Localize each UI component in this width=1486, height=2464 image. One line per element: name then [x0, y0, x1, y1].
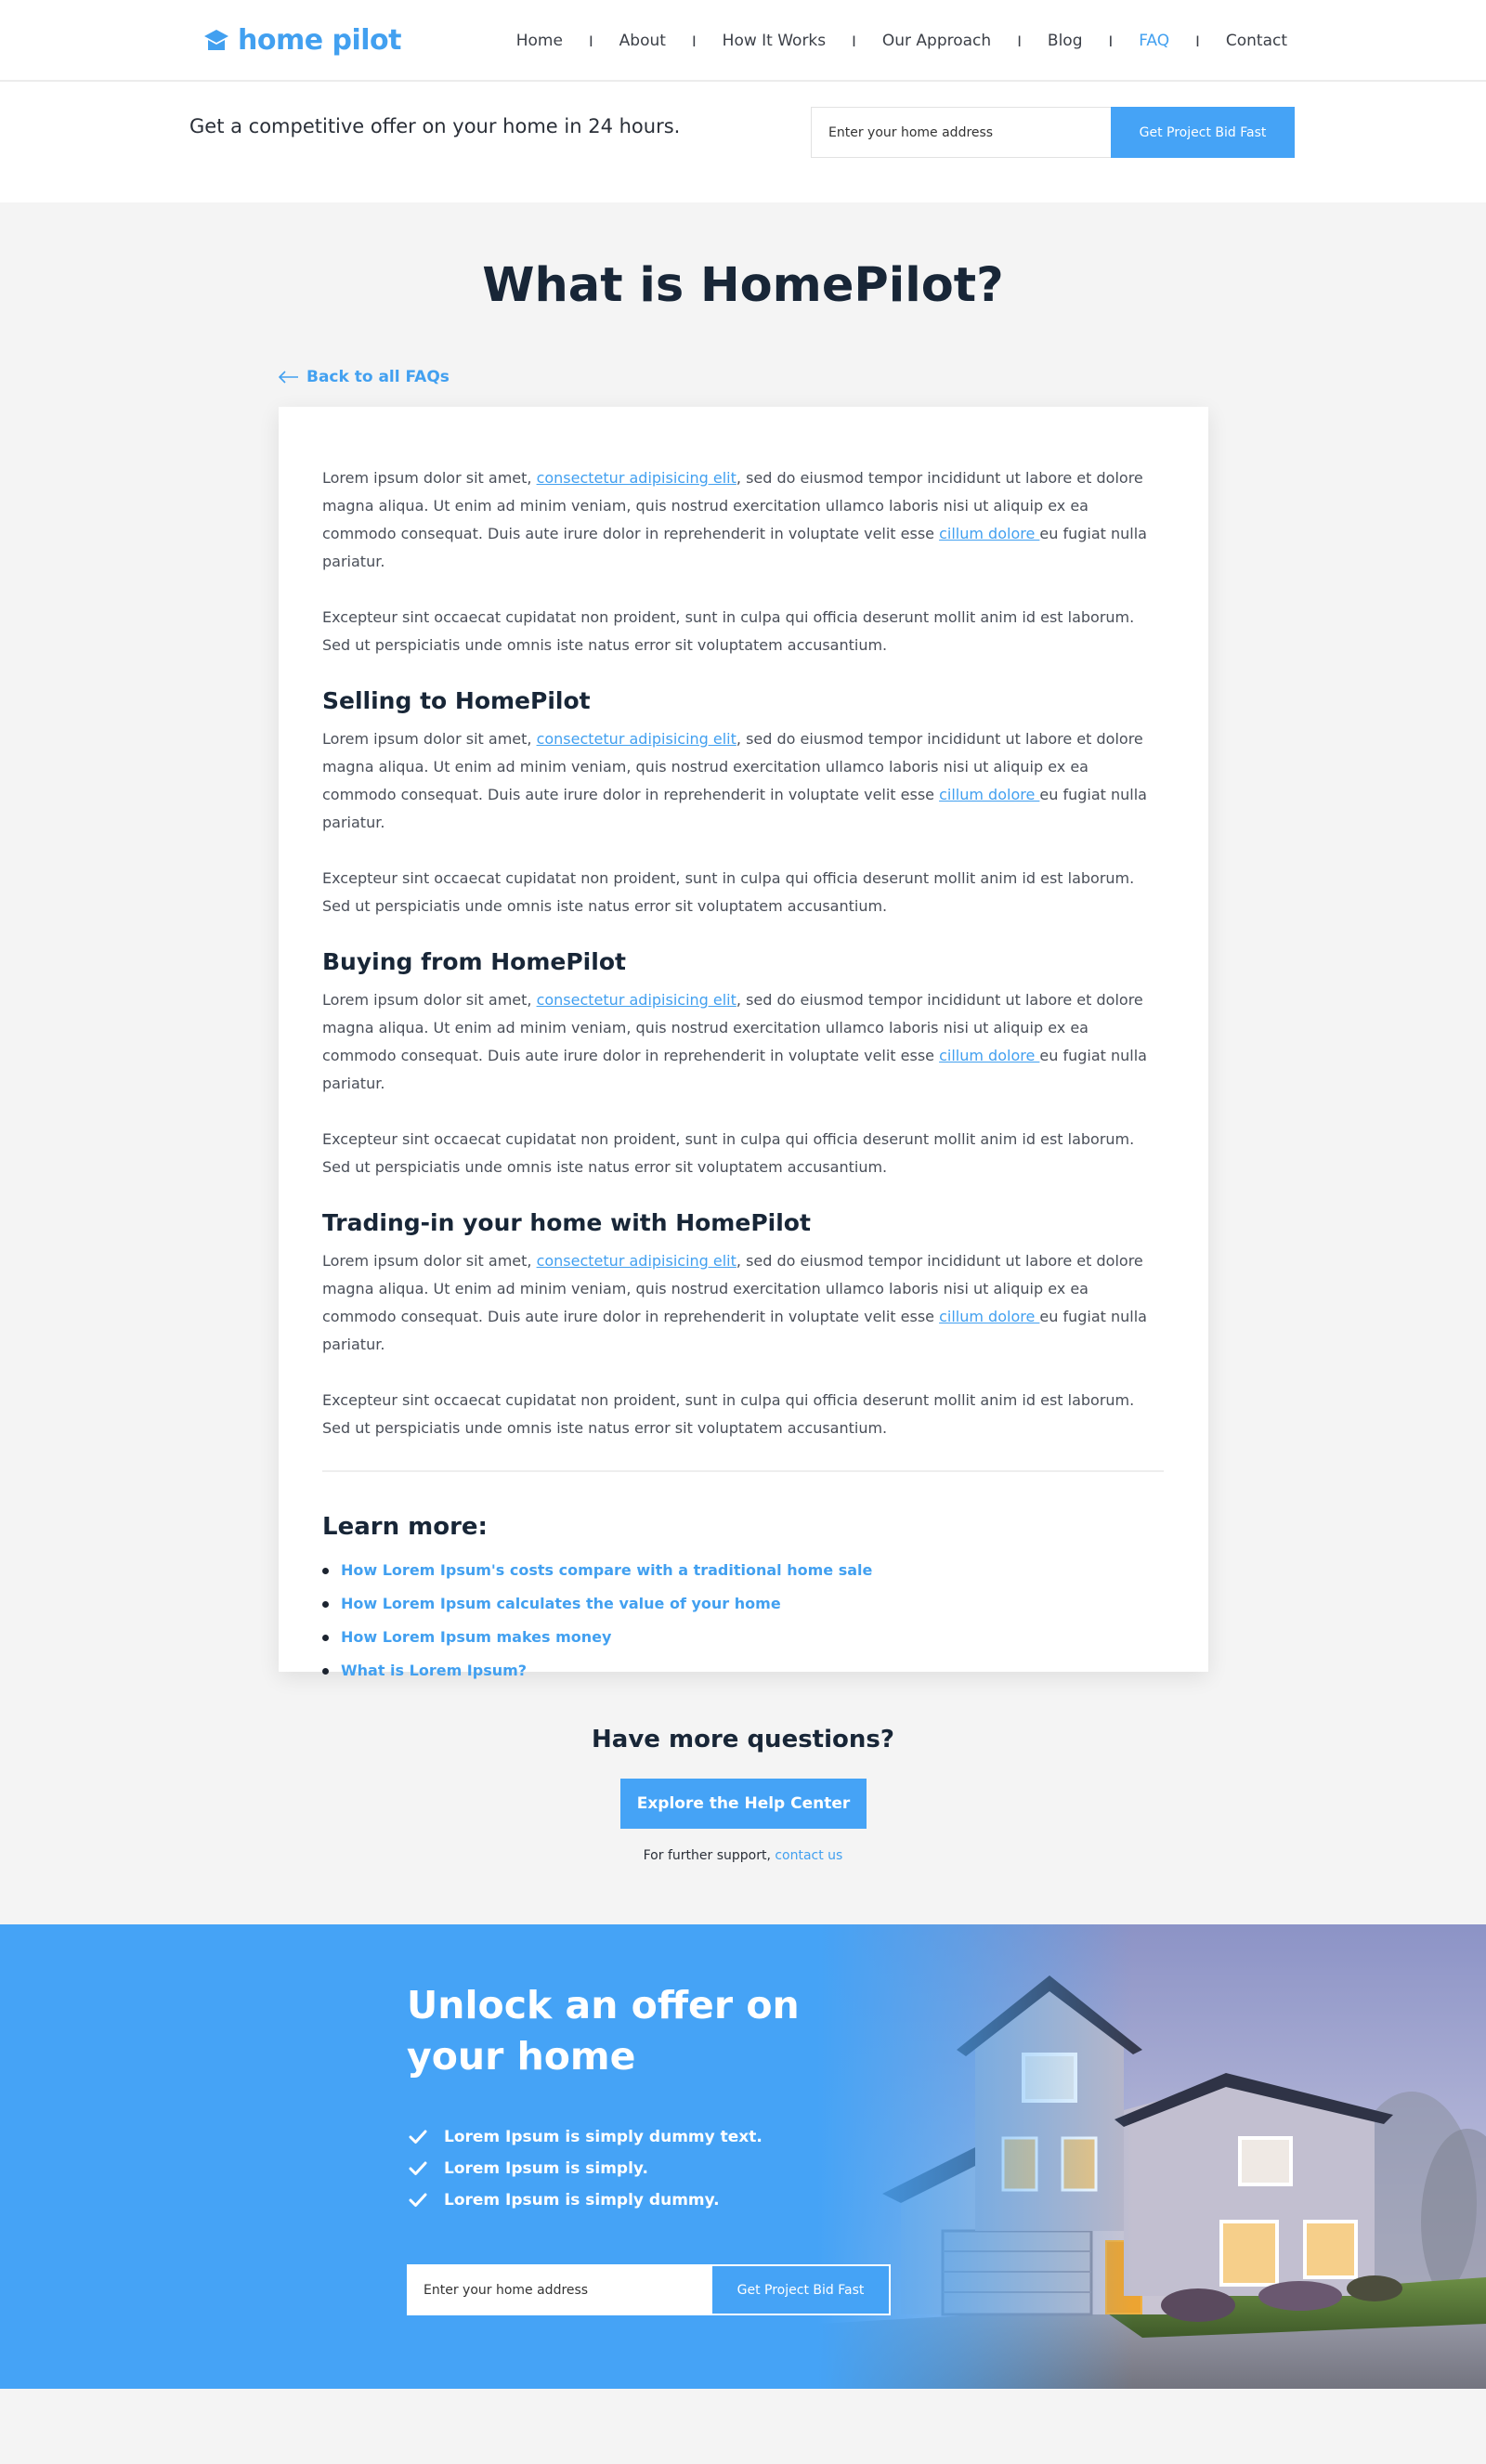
benefits-list: Lorem Ipsum is simply dummy text. Lorem … — [409, 2121, 763, 2216]
inline-link[interactable]: cillum dolore — [939, 525, 1039, 542]
inline-link[interactable]: consectetur adipisicing elit — [537, 1252, 736, 1270]
address-form: Get Project Bid Fast — [811, 107, 1295, 158]
logo[interactable]: home pilot — [202, 24, 402, 57]
section-heading-buying: Buying from HomePilot — [322, 948, 626, 975]
article-body: Lorem ipsum dolor sit amet, consectetur … — [322, 464, 1164, 1688]
learn-more-heading: Learn more: — [322, 1513, 488, 1541]
banner-address-input[interactable] — [407, 2264, 710, 2315]
learn-more-link[interactable]: How Lorem Ipsum's costs compare with a t… — [341, 1554, 872, 1587]
inline-link[interactable]: consectetur adipisicing elit — [537, 469, 736, 487]
learn-more-list: How Lorem Ipsum's costs compare with a t… — [322, 1554, 1164, 1688]
section-paragraph-2: Excepteur sint occaecat cupidatat non pr… — [322, 1130, 1135, 1176]
offer-strip: Get a competitive offer on your home in … — [0, 82, 1486, 202]
benefit-item: Lorem Ipsum is simply dummy. — [409, 2184, 763, 2216]
nav-contact[interactable]: Contact — [1226, 32, 1287, 50]
inline-link[interactable]: cillum dolore — [939, 786, 1039, 803]
text-run: Lorem ipsum dolor sit amet, — [322, 730, 537, 748]
bullet-icon — [322, 1667, 329, 1675]
page-title: What is HomePilot? — [482, 258, 1004, 313]
arrow-left-icon — [279, 371, 298, 384]
offer-banner: Unlock an offer on your home Lorem Ipsum… — [0, 1924, 1486, 2389]
bullet-icon — [322, 1600, 329, 1608]
check-icon — [409, 2130, 427, 2144]
section-paragraph-2: Excepteur sint occaecat cupidatat non pr… — [322, 1391, 1135, 1437]
nav-how-it-works[interactable]: How It Works — [723, 32, 826, 50]
learn-more-link[interactable]: What is Lorem Ipsum? — [341, 1654, 527, 1688]
benefit-item: Lorem Ipsum is simply dummy text. — [409, 2121, 763, 2153]
back-to-faqs-link[interactable]: Back to all FAQs — [279, 368, 450, 386]
get-bid-button[interactable]: Get Project Bid Fast — [1111, 107, 1295, 158]
banner-get-bid-button[interactable]: Get Project Bid Fast — [710, 2264, 891, 2315]
more-questions-heading: Have more questions? — [592, 1726, 894, 1753]
contact-us-link[interactable]: contact us — [775, 1848, 842, 1863]
house-cap-icon — [204, 29, 228, 50]
bullet-icon — [322, 1567, 329, 1574]
section-heading-trading-in: Trading-in your home with HomePilot — [322, 1209, 811, 1236]
text-run: Lorem ipsum dolor sit amet, — [322, 1252, 537, 1270]
nav-separator: I — [1108, 32, 1114, 50]
nav-faq[interactable]: FAQ — [1139, 32, 1169, 50]
nav-separator: I — [588, 32, 593, 50]
nav-home[interactable]: Home — [516, 32, 563, 50]
check-icon — [409, 2193, 427, 2207]
intro-paragraph: Lorem ipsum dolor sit amet, consectetur … — [322, 464, 1164, 576]
section-paragraph: Lorem ipsum dolor sit amet, consectetur … — [322, 725, 1164, 837]
learn-more-link[interactable]: How Lorem Ipsum calculates the value of … — [341, 1587, 781, 1621]
nav-separator: I — [1195, 32, 1200, 50]
nav-separator: I — [1017, 32, 1022, 50]
back-link-label: Back to all FAQs — [306, 368, 450, 386]
support-text: For further support, contact us — [0, 1848, 1486, 1863]
faq-article-card: Lorem ipsum dolor sit amet, consectetur … — [279, 407, 1208, 1679]
explore-help-center-button[interactable]: Explore the Help Center — [620, 1779, 867, 1829]
benefit-item: Lorem Ipsum is simply. — [409, 2153, 763, 2184]
banner-address-form: Get Project Bid Fast — [407, 2264, 891, 2315]
text-run: Lorem ipsum dolor sit amet, — [322, 991, 537, 1009]
nav-about[interactable]: About — [619, 32, 666, 50]
inline-link[interactable]: cillum dolore — [939, 1047, 1039, 1064]
support-prefix: For further support, — [643, 1848, 776, 1863]
section-paragraph-2: Excepteur sint occaecat cupidatat non pr… — [322, 869, 1135, 915]
inline-link[interactable]: cillum dolore — [939, 1308, 1039, 1325]
learn-more-item[interactable]: What is Lorem Ipsum? — [322, 1654, 1164, 1688]
learn-more-item[interactable]: How Lorem Ipsum makes money — [322, 1621, 1164, 1654]
site-header: home pilot Home I About I How It Works I… — [0, 0, 1486, 82]
nav-separator: I — [852, 32, 856, 50]
benefit-text: Lorem Ipsum is simply dummy. — [444, 2191, 720, 2210]
text-run: Lorem ipsum dolor sit amet, — [322, 469, 537, 487]
benefit-text: Lorem Ipsum is simply. — [444, 2159, 648, 2178]
address-input[interactable] — [811, 107, 1111, 158]
nav-our-approach[interactable]: Our Approach — [882, 32, 991, 50]
offer-tagline: Get a competitive offer on your home in … — [189, 115, 681, 137]
section-paragraph: Lorem ipsum dolor sit amet, consectetur … — [322, 1247, 1164, 1359]
inline-link[interactable]: consectetur adipisicing elit — [537, 730, 736, 748]
divider — [322, 1470, 1164, 1472]
banner-title: Unlock an offer on your home — [407, 1983, 800, 2079]
section-heading-selling: Selling to HomePilot — [322, 687, 591, 714]
check-icon — [409, 2161, 427, 2175]
bullet-icon — [322, 1634, 329, 1641]
intro-paragraph-2: Excepteur sint occaecat cupidatat non pr… — [322, 608, 1135, 654]
main-nav: Home I About I How It Works I Our Approa… — [516, 32, 1287, 50]
logo-text: home pilot — [238, 24, 402, 57]
section-paragraph: Lorem ipsum dolor sit amet, consectetur … — [322, 986, 1164, 1098]
benefit-text: Lorem Ipsum is simply dummy text. — [444, 2128, 763, 2146]
learn-more-item[interactable]: How Lorem Ipsum's costs compare with a t… — [322, 1554, 1164, 1587]
nav-blog[interactable]: Blog — [1048, 32, 1083, 50]
learn-more-item[interactable]: How Lorem Ipsum calculates the value of … — [322, 1587, 1164, 1621]
nav-separator: I — [691, 32, 697, 50]
learn-more-link[interactable]: How Lorem Ipsum makes money — [341, 1621, 611, 1654]
inline-link[interactable]: consectetur adipisicing elit — [537, 991, 736, 1009]
